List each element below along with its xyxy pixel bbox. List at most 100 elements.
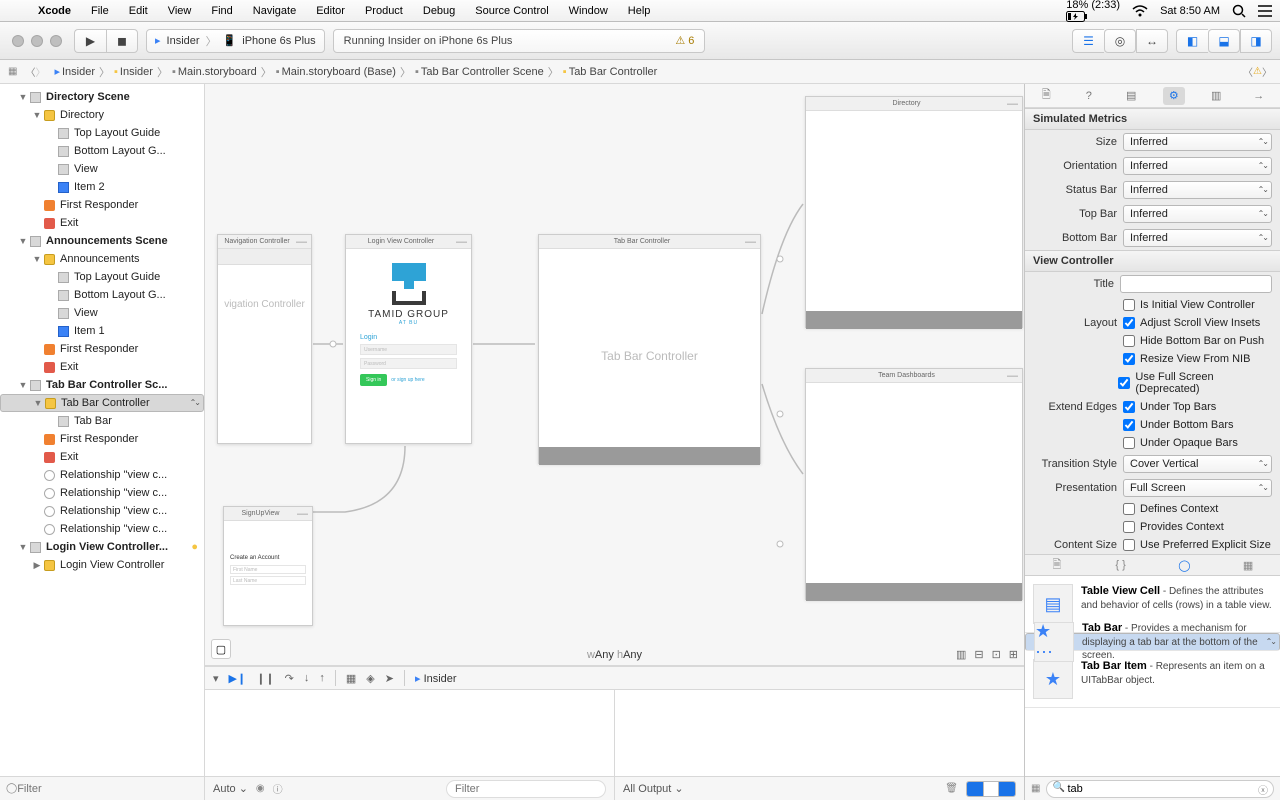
outline-item[interactable]: ▼Tab Bar Controller Sc... <box>0 376 204 394</box>
vars-filter-input[interactable] <box>446 780 606 798</box>
pin-tool-icon[interactable]: ⊟ <box>974 648 983 661</box>
outline-item[interactable]: Top Layout Guide <box>0 124 204 142</box>
zoom-icon[interactable] <box>50 35 62 47</box>
run-button[interactable]: ▶ <box>74 29 106 53</box>
outline-item[interactable]: Bottom Layout G... <box>0 142 204 160</box>
under-opaque-checkbox[interactable]: Under Opaque Bars <box>1123 437 1238 449</box>
debug-view-icon[interactable]: ▦ <box>346 672 356 685</box>
clock[interactable]: Sat 8:50 AM <box>1160 5 1220 17</box>
menu-help[interactable]: Help <box>618 5 661 17</box>
size-class-control[interactable]: wAny hAny <box>587 647 642 661</box>
menu-debug[interactable]: Debug <box>413 5 465 17</box>
toggle-navigator-button[interactable]: ◧ <box>1176 29 1208 53</box>
menu-navigate[interactable]: Navigate <box>243 5 306 17</box>
statusbar-select[interactable]: Inferred <box>1123 181 1272 199</box>
presentation-select[interactable]: Full Screen <box>1123 479 1272 497</box>
outline-item[interactable]: ▼Login View Controller...● <box>0 538 204 556</box>
clear-filter-icon[interactable]: ⓧ <box>1258 782 1268 797</box>
scene-signupview[interactable]: SignUpView—Create an AccountFirst NameLa… <box>223 506 313 626</box>
path-seg-scene[interactable]: ▪Tab Bar Controller Scene <box>412 66 547 78</box>
outline-item[interactable]: ▼Directory <box>0 106 204 124</box>
path-seg-file[interactable]: ▪Main.storyboard <box>169 66 260 78</box>
toggle-outline-button[interactable]: ▢ <box>211 639 231 659</box>
assistant-editor-button[interactable]: ◎ <box>1104 29 1136 53</box>
scene-navigation-controller[interactable]: Navigation Controller—vigation Controlle… <box>217 234 312 444</box>
toggle-debug-area-button[interactable]: ⬓ <box>1208 29 1240 53</box>
resolve-tool-icon[interactable]: ⊡ <box>992 648 1001 661</box>
adjust-insets-checkbox[interactable]: Adjust Scroll View Insets <box>1123 317 1260 329</box>
scene-team-dashboards[interactable]: Team Dashboards— <box>805 368 1023 600</box>
battery-status[interactable]: 18% (2:33) <box>1066 0 1120 22</box>
scene-tab-bar-controller[interactable]: Tab Bar Controller—Tab Bar Controller <box>538 234 761 464</box>
warnings-badge[interactable]: ⚠ 6 <box>675 34 694 47</box>
identity-inspector-tab[interactable]: ▤ <box>1120 87 1142 105</box>
quick-help-tab[interactable]: ? <box>1078 87 1100 105</box>
initial-vc-checkbox[interactable]: Is Initial View Controller <box>1123 299 1255 311</box>
menu-file[interactable]: File <box>81 5 119 17</box>
storyboard-canvas[interactable]: Navigation Controller—vigation Controlle… <box>205 84 1024 666</box>
outline-item[interactable]: ▼Directory Scene <box>0 88 204 106</box>
outline-item[interactable]: ▼Announcements Scene <box>0 232 204 250</box>
bottombar-select[interactable]: Inferred <box>1123 229 1272 247</box>
spotlight-icon[interactable] <box>1232 4 1246 18</box>
align-tool-icon[interactable]: ▥ <box>956 648 966 661</box>
step-out-button[interactable]: ↑ <box>319 672 325 684</box>
outline-item[interactable]: Relationship "view c... <box>0 466 204 484</box>
related-items-icon[interactable]: ▦ <box>8 66 17 77</box>
outline-item[interactable]: View <box>0 160 204 178</box>
activity-status[interactable]: Running Insider on iPhone 6s Plus ⚠ 6 <box>333 29 706 53</box>
file-inspector-tab[interactable]: 🗎 <box>1035 87 1057 105</box>
outline-item[interactable]: ▼Tab Bar Controller <box>0 394 204 412</box>
outline-item[interactable]: Relationship "view c... <box>0 484 204 502</box>
version-editor-button[interactable]: ↔ <box>1136 29 1168 53</box>
outline-item[interactable]: Tab Bar <box>0 412 204 430</box>
outline-item[interactable]: View <box>0 304 204 322</box>
outline-item[interactable]: Exit <box>0 358 204 376</box>
size-inspector-tab[interactable]: ▥ <box>1205 87 1227 105</box>
transition-select[interactable]: Cover Vertical <box>1123 455 1272 473</box>
outline-filter-input[interactable] <box>17 783 198 795</box>
resize-tool-icon[interactable]: ⊞ <box>1009 648 1018 661</box>
menu-product[interactable]: Product <box>355 5 413 17</box>
outline-item[interactable]: Item 1 <box>0 322 204 340</box>
under-bottom-checkbox[interactable]: Under Bottom Bars <box>1123 419 1234 431</box>
menu-find[interactable]: Find <box>201 5 242 17</box>
console-panes[interactable] <box>966 781 1016 797</box>
view-controller-header[interactable]: View Controller <box>1025 250 1280 272</box>
minimize-icon[interactable] <box>31 35 43 47</box>
path-seg-controller[interactable]: ▪Tab Bar Controller <box>560 66 661 78</box>
code-snippet-tab[interactable]: { } <box>1110 557 1132 573</box>
console-output-scope[interactable]: All Output ⌄ <box>623 782 684 795</box>
scene-directory[interactable]: Directory— <box>805 96 1023 328</box>
outline-item[interactable]: First Responder <box>0 340 204 358</box>
object-library-tab[interactable]: ◯ <box>1173 557 1195 573</box>
vars-ql-icon[interactable]: ◉ <box>256 783 265 794</box>
preferred-explicit-checkbox[interactable]: Use Preferred Explicit Size <box>1123 539 1271 551</box>
close-icon[interactable] <box>12 35 24 47</box>
scheme-selector[interactable]: ▸Insider 〉 📱iPhone 6s Plus <box>146 29 325 53</box>
attributes-inspector-tab[interactable]: ⚙ <box>1163 87 1185 105</box>
path-seg-project[interactable]: ▸Insider <box>51 65 98 78</box>
outline-item[interactable]: Bottom Layout G... <box>0 286 204 304</box>
notification-center-icon[interactable] <box>1258 5 1272 17</box>
step-over-button[interactable]: ↷ <box>285 672 294 685</box>
menu-source-control[interactable]: Source Control <box>465 5 558 17</box>
step-into-button[interactable]: ↓ <box>304 672 310 684</box>
object-library[interactable]: ▤Table View Cell - Defines the attribute… <box>1025 576 1280 776</box>
outline-item[interactable]: First Responder <box>0 196 204 214</box>
outline-item[interactable]: ▼Announcements <box>0 250 204 268</box>
title-field[interactable] <box>1120 275 1272 293</box>
outline-item[interactable]: Exit <box>0 448 204 466</box>
resize-nib-checkbox[interactable]: Resize View From NIB <box>1123 353 1250 365</box>
library-view-mode-icon[interactable]: ▦ <box>1031 783 1040 794</box>
scene-login-view-controller[interactable]: Login View Controller—TAMID GROUPAT BULo… <box>345 234 472 444</box>
forward-button[interactable]: 〉 <box>35 64 45 79</box>
path-issue-icon[interactable]: ⚠ <box>1253 66 1262 77</box>
library-item[interactable]: ★ ⋯Tab Bar - Provides a mechanism for di… <box>1025 633 1280 651</box>
memory-graph-icon[interactable]: ◈ <box>366 672 374 685</box>
wifi-icon[interactable] <box>1132 5 1148 17</box>
menu-editor[interactable]: Editor <box>306 5 355 17</box>
simulated-metrics-header[interactable]: Simulated Metrics <box>1025 108 1280 130</box>
outline-item[interactable]: Exit <box>0 214 204 232</box>
outline-item[interactable]: Top Layout Guide <box>0 268 204 286</box>
